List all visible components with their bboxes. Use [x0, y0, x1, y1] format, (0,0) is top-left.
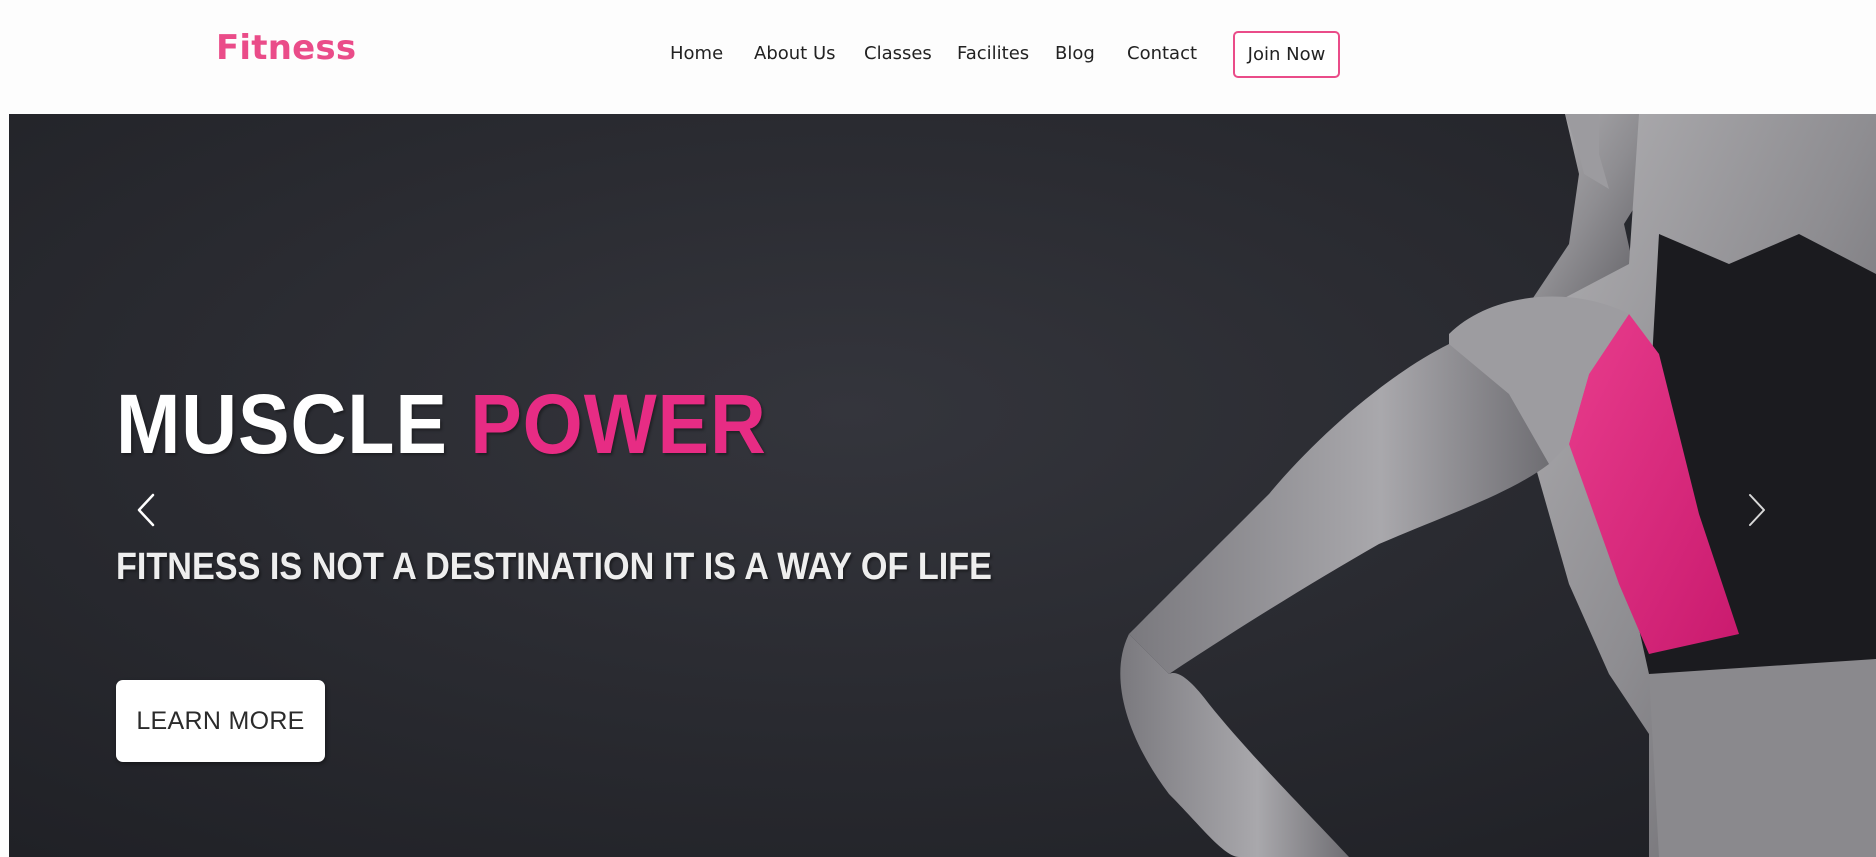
chevron-left-icon — [137, 493, 155, 527]
hero-carousel: MUSCLE POWER FITNESS IS NOT A DESTINATIO… — [9, 114, 1876, 857]
nav-menu: Home About Us Classes Facilites Blog Con… — [0, 0, 1876, 110]
nav-link-contact[interactable]: Contact — [1127, 43, 1197, 64]
chevron-right-icon — [1749, 494, 1765, 526]
top-navbar: Fitness Home About Us Classes Facilites … — [0, 0, 1876, 114]
learn-more-button[interactable]: LEARN MORE — [116, 680, 325, 762]
carousel-next-button[interactable] — [1737, 478, 1777, 542]
nav-link-facilites[interactable]: Facilites — [957, 43, 1029, 64]
nav-link-home[interactable]: Home — [670, 43, 723, 64]
hero-subtitle: FITNESS IS NOT A DESTINATION IT IS A WAY… — [116, 546, 992, 588]
hero-title-accent: POWER — [470, 377, 767, 471]
nav-link-blog[interactable]: Blog — [1055, 43, 1095, 64]
hero-title: MUSCLE POWER — [116, 376, 767, 473]
nav-link-about-us[interactable]: About Us — [754, 43, 836, 64]
carousel-prev-button[interactable] — [126, 478, 166, 542]
hero-title-main: MUSCLE — [116, 377, 471, 471]
join-now-button[interactable]: Join Now — [1233, 31, 1340, 78]
nav-link-classes[interactable]: Classes — [864, 43, 932, 64]
